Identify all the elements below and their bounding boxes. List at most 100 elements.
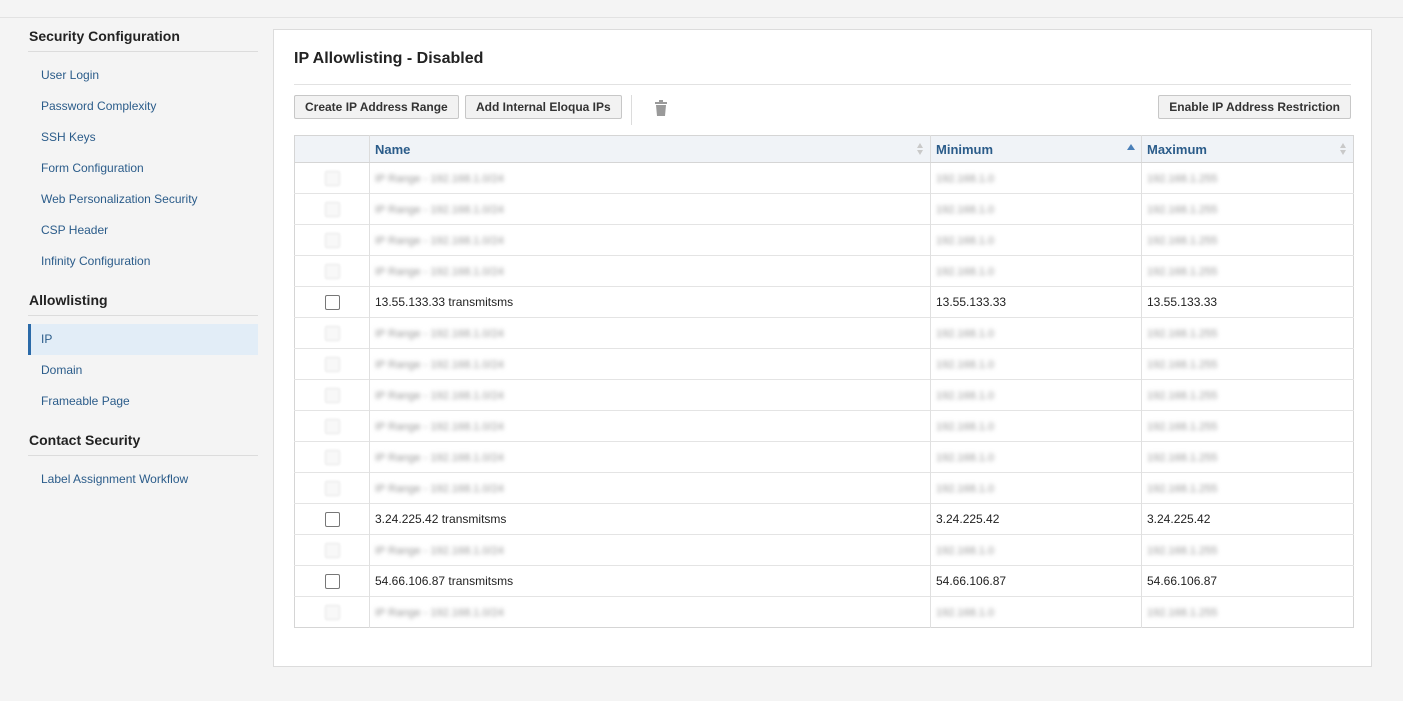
name-cell-text: IP Range - 192.168.1.0/24 — [375, 359, 504, 371]
maximum-cell-text: 3.24.225.42 — [1147, 512, 1211, 526]
sidebar: Security Configuration User Login Password… — [28, 18, 258, 495]
maximum-cell: 192.168.1.255 — [1141, 317, 1354, 349]
select-cell — [294, 565, 370, 597]
row-checkbox[interactable] — [324, 573, 340, 589]
maximum-cell: 192.168.1.255 — [1141, 596, 1354, 628]
row-checkbox[interactable] — [324, 418, 340, 434]
select-cell — [294, 410, 370, 442]
table-row[interactable]: IP Range - 192.168.1.0/24 192.168.1.0 192.… — [294, 224, 1354, 256]
minimum-cell-text: 192.168.1.0 — [936, 359, 995, 371]
maximum-cell: 192.168.1.255 — [1141, 410, 1354, 442]
minimum-cell-text: 192.168.1.0 — [936, 235, 995, 247]
table-row[interactable]: IP Range - 192.168.1.0/24 192.168.1.0 192.… — [294, 472, 1354, 504]
table-row[interactable]: 3.24.225.42 transmitsms 3.24.225.42 3.24.2… — [294, 503, 1354, 535]
name-cell-text: IP Range - 192.168.1.0/24 — [375, 204, 504, 216]
minimum-cell: 192.168.1.0 — [930, 596, 1142, 628]
row-checkbox[interactable] — [324, 449, 340, 465]
table-row[interactable]: IP Range - 192.168.1.0/24 192.168.1.0 192.… — [294, 193, 1354, 225]
maximum-cell: 192.168.1.255 — [1141, 472, 1354, 504]
table-row[interactable]: IP Range - 192.168.1.0/24 192.168.1.0 192.… — [294, 410, 1354, 442]
row-checkbox[interactable] — [324, 294, 340, 310]
maximum-cell: 192.168.1.255 — [1141, 224, 1354, 256]
maximum-cell: 192.168.1.255 — [1141, 379, 1354, 411]
create-ip-range-button[interactable]: Create IP Address Range — [294, 95, 459, 119]
sidebar-item-label-assignment-workflow[interactable]: Label Assignment Workflow — [28, 464, 258, 495]
select-cell — [294, 162, 370, 194]
minimum-cell: 192.168.1.0 — [930, 348, 1142, 380]
sidebar-item-user-login[interactable]: User Login — [28, 60, 258, 91]
table-row[interactable]: IP Range - 192.168.1.0/24 192.168.1.0 192.… — [294, 441, 1354, 473]
maximum-cell-text: 192.168.1.255 — [1147, 235, 1218, 247]
table-header-row: Name Minimum Maximum — [294, 135, 1354, 163]
row-checkbox[interactable] — [324, 325, 340, 341]
name-column-header[interactable]: Name — [369, 135, 931, 163]
row-checkbox[interactable] — [324, 480, 340, 496]
table-row[interactable]: IP Range - 192.168.1.0/24 192.168.1.0 192.… — [294, 348, 1354, 380]
maximum-header-label: Maximum — [1147, 141, 1207, 157]
row-checkbox[interactable] — [324, 542, 340, 558]
maximum-cell: 3.24.225.42 — [1141, 503, 1354, 535]
minimum-cell: 192.168.1.0 — [930, 534, 1142, 566]
minimum-cell: 192.168.1.0 — [930, 162, 1142, 194]
sort-ascending-icon — [1127, 144, 1135, 150]
minimum-cell-text: 192.168.1.0 — [936, 204, 995, 216]
row-checkbox[interactable] — [324, 356, 340, 372]
sidebar-item-infinity-configuration[interactable]: Infinity Configuration — [28, 246, 258, 277]
row-checkbox[interactable] — [324, 604, 340, 620]
row-checkbox[interactable] — [324, 263, 340, 279]
maximum-cell-text: 192.168.1.255 — [1147, 328, 1218, 340]
table-row[interactable]: 13.55.133.33 transmitsms 13.55.133.33 13.5… — [294, 286, 1354, 318]
row-checkbox[interactable] — [324, 232, 340, 248]
maximum-cell-text: 13.55.133.33 — [1147, 295, 1218, 309]
name-cell-text: IP Range - 192.168.1.0/24 — [375, 452, 504, 464]
maximum-column-header[interactable]: Maximum — [1141, 135, 1354, 163]
maximum-cell: 192.168.1.255 — [1141, 348, 1354, 380]
sidebar-item-ssh-keys[interactable]: SSH Keys — [28, 122, 258, 153]
name-cell: IP Range - 192.168.1.0/24 — [369, 410, 931, 442]
row-checkbox[interactable] — [324, 387, 340, 403]
minimum-cell-text: 13.55.133.33 — [936, 295, 1007, 309]
maximum-cell-text: 192.168.1.255 — [1147, 545, 1218, 557]
sidebar-item-domain[interactable]: Domain — [28, 355, 258, 386]
table-row[interactable]: IP Range - 192.168.1.0/24 192.168.1.0 192.… — [294, 317, 1354, 349]
sidebar-item-web-personalization-security[interactable]: Web Personalization Security — [28, 184, 258, 215]
trash-icon[interactable] — [654, 100, 668, 116]
add-internal-eloqua-ips-button[interactable]: Add Internal Eloqua IPs — [465, 95, 622, 119]
sidebar-item-ip[interactable]: IP — [28, 324, 258, 355]
name-cell: IP Range - 192.168.1.0/24 — [369, 193, 931, 225]
table-row[interactable]: IP Range - 192.168.1.0/24 192.168.1.0 192.… — [294, 162, 1354, 194]
minimum-cell: 192.168.1.0 — [930, 317, 1142, 349]
name-cell: IP Range - 192.168.1.0/24 — [369, 596, 931, 628]
name-cell-text: IP Range - 192.168.1.0/24 — [375, 328, 504, 340]
sidebar-item-password-complexity[interactable]: Password Complexity — [28, 91, 258, 122]
select-cell — [294, 596, 370, 628]
select-cell — [294, 224, 370, 256]
minimum-cell: 192.168.1.0 — [930, 441, 1142, 473]
table-row[interactable]: 54.66.106.87 transmitsms 54.66.106.87 54.6… — [294, 565, 1354, 597]
sidebar-item-form-configuration[interactable]: Form Configuration — [28, 153, 258, 184]
minimum-cell-text: 192.168.1.0 — [936, 607, 995, 619]
table-row[interactable]: IP Range - 192.168.1.0/24 192.168.1.0 192.… — [294, 534, 1354, 566]
table-row[interactable]: IP Range - 192.168.1.0/24 192.168.1.0 192.… — [294, 596, 1354, 628]
minimum-cell: 192.168.1.0 — [930, 255, 1142, 287]
table-row[interactable]: IP Range - 192.168.1.0/24 192.168.1.0 192.… — [294, 255, 1354, 287]
minimum-cell-text: 192.168.1.0 — [936, 452, 995, 464]
sidebar-item-csp-header[interactable]: CSP Header — [28, 215, 258, 246]
sidebar-item-frameable-page[interactable]: Frameable Page — [28, 386, 258, 417]
row-checkbox[interactable] — [324, 511, 340, 527]
maximum-cell: 192.168.1.255 — [1141, 162, 1354, 194]
enable-ip-restriction-button[interactable]: Enable IP Address Restriction — [1158, 95, 1351, 119]
maximum-cell-text: 192.168.1.255 — [1147, 204, 1218, 216]
minimum-cell-text: 3.24.225.42 — [936, 512, 1000, 526]
minimum-column-header[interactable]: Minimum — [930, 135, 1142, 163]
maximum-cell: 192.168.1.255 — [1141, 255, 1354, 287]
row-checkbox[interactable] — [324, 170, 340, 186]
minimum-cell-text: 54.66.106.87 — [936, 574, 1007, 588]
maximum-cell: 192.168.1.255 — [1141, 193, 1354, 225]
name-cell: IP Range - 192.168.1.0/24 — [369, 224, 931, 256]
select-cell — [294, 503, 370, 535]
maximum-cell-text: 192.168.1.255 — [1147, 359, 1218, 371]
table-row[interactable]: IP Range - 192.168.1.0/24 192.168.1.0 192.… — [294, 379, 1354, 411]
row-checkbox[interactable] — [324, 201, 340, 217]
maximum-cell-text: 192.168.1.255 — [1147, 452, 1218, 464]
